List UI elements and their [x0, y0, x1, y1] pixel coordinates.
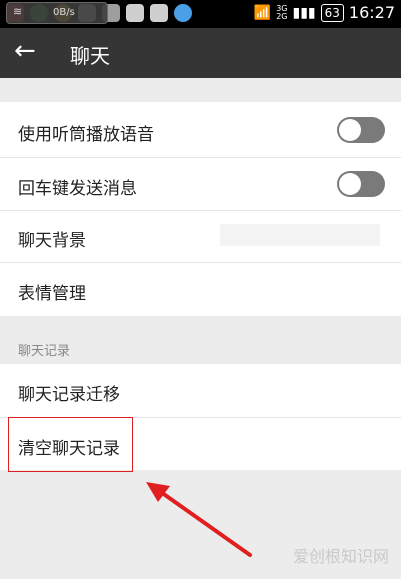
- chat-history-migrate-label: 聊天记录迁移: [18, 385, 120, 405]
- enter-to-send-row[interactable]: 回车键发送消息: [0, 158, 401, 210]
- emoji-management-label: 表情管理: [18, 284, 86, 304]
- emoji-management-row[interactable]: 表情管理: [0, 263, 401, 315]
- net-speed: 0B/s: [53, 7, 75, 18]
- battery-indicator: 63: [320, 3, 344, 22]
- speaker-playback-label: 使用听筒播放语音: [18, 125, 154, 145]
- wifi-icon: 📶: [253, 4, 272, 21]
- enter-to-send-label: 回车键发送消息: [18, 179, 137, 199]
- status-right: 📶 3G 2G ▮▮▮ 63 16:27: [254, 3, 395, 22]
- chat-settings-group: 使用听筒播放语音 回车键发送消息 聊天背景 表情管理: [0, 102, 401, 316]
- enter-to-send-toggle[interactable]: [337, 171, 385, 197]
- chat-history-section-header: 聊天记录: [18, 344, 71, 359]
- speaker-playback-toggle[interactable]: [337, 117, 385, 143]
- network-type: 3G 2G: [276, 3, 288, 21]
- chat-history-migrate-row[interactable]: 聊天记录迁移: [0, 364, 401, 416]
- toggle-knob: [339, 119, 361, 141]
- chat-background-label: 聊天背景: [18, 231, 86, 251]
- chat-background-row[interactable]: 聊天背景: [0, 210, 401, 262]
- wifi-icon: ≋: [13, 5, 23, 18]
- annotation-arrow-shaft: [156, 488, 252, 557]
- app-bar: ← 聊天: [0, 28, 401, 78]
- chat-background-preview: [220, 224, 380, 246]
- net-speed-overlay: ≋ 0B/s: [6, 2, 108, 24]
- annotation-arrow-head: [146, 482, 170, 502]
- speaker-playback-row[interactable]: 使用听筒播放语音: [0, 104, 401, 156]
- page-title: 聊天: [70, 44, 110, 68]
- toggle-knob: [339, 173, 361, 195]
- watermark: 爱创根知识网: [292, 547, 389, 566]
- clock: 16:27: [348, 3, 395, 22]
- wechat-icon: [126, 4, 144, 22]
- back-arrow-icon[interactable]: ←: [14, 36, 36, 66]
- qq-browser-icon: [174, 4, 192, 22]
- signal-icon: ▮▮▮: [292, 4, 316, 21]
- wechat-icon: [150, 4, 168, 22]
- annotation-highlight-box: [8, 417, 133, 472]
